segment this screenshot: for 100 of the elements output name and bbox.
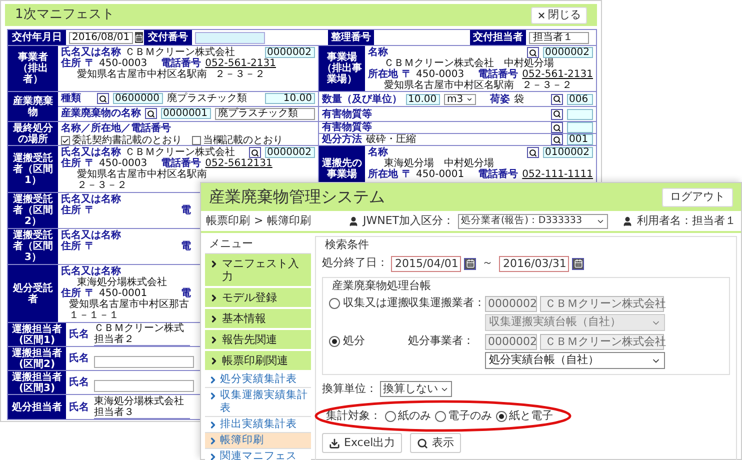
date-field[interactable]: 2015/04/01 [391,256,461,272]
ledger-select[interactable]: 収集運搬実績台帳（自社） [485,314,665,331]
company-name: 東海処分場株式会社 [77,277,167,288]
chevron-icon [209,293,219,303]
field-label: 電話番号 [161,58,202,69]
unit-select[interactable]: 換算しない [380,381,452,397]
chevron-icon [209,314,219,324]
waste-name-field[interactable]: 廃プラスチック類 [215,108,315,120]
unit-select[interactable]: m3 [444,94,476,104]
breadcrumb-current: 帳簿印刷 [267,212,312,229]
field-label: 氏名 [69,377,89,388]
excel-export-button[interactable]: Excel出力 [322,433,402,454]
logout-button[interactable]: ログアウト [662,188,733,206]
code-field[interactable]: 10.00 [406,94,440,104]
menu-item[interactable]: 基本情報 [205,309,311,330]
name-field[interactable] [94,380,194,392]
download-icon [329,438,340,449]
field-value: 愛知県名古屋市中村区名駅南 [77,69,207,80]
search-button[interactable] [527,147,539,158]
code-field[interactable] [567,108,593,120]
search-button[interactable] [551,122,563,133]
menu-item[interactable]: 帳票印刷関連 [205,351,311,372]
code-field[interactable]: 0600000 [113,93,163,104]
section-label: 整理番号 [328,30,374,45]
search-button[interactable] [551,134,563,145]
menu-item[interactable]: 報告先関連 [205,330,311,351]
field-label: 処分方法 [322,134,362,145]
field-label: 電 [181,205,191,216]
breadcrumb-link[interactable]: 帳票印刷 [206,212,250,230]
calendar-button[interactable] [572,258,584,270]
menu-item[interactable]: マニフェスト入力 [205,254,311,288]
radio-button[interactable] [385,410,396,422]
code-field[interactable] [567,122,593,133]
issuer-field[interactable]: 担当者１ [529,32,589,44]
calendar-icon [574,259,582,268]
code-field[interactable]: 0000001 [161,108,211,120]
field-value: １－１－１ [69,310,119,321]
field-value: 破砕・圧縮 [366,134,416,145]
field-value: ２－３－２ [215,69,265,80]
code-field[interactable]: 0000002 [265,47,315,58]
field-label: 氏名 [69,402,89,412]
panel-legend: 産業廃棄物処理台帳 [329,278,723,293]
code-field[interactable]: 0000002 [485,296,537,312]
search-icon [417,438,428,449]
section-label: 運搬担当者(区間2) [8,347,66,370]
company-field[interactable]: ＣＢＭクリーン株式会社 [540,334,664,350]
search-button[interactable] [97,93,109,104]
radio-button[interactable] [496,410,507,422]
ledger-select[interactable]: 処分実績台帳（自社） [485,352,665,369]
field-value: 廃プラスチック類 [167,93,247,104]
date-field[interactable]: 2016/08/01 [69,32,133,44]
checkbox-label: 当欄記載のとおり [203,135,283,146]
checkbox[interactable] [61,136,70,145]
menu-link[interactable]: 排出実績集計表 [205,417,311,433]
amount-field[interactable]: 10.00 [265,93,315,104]
code-field[interactable]: 006 [567,94,593,104]
code-field[interactable]: 001 [567,134,593,145]
calendar-button[interactable] [464,258,476,270]
field-value: 450-0003 [99,158,148,169]
field-value: 052-561-2131 [205,58,276,69]
radio-button[interactable] [435,410,446,422]
code-field[interactable]: 0000002 [543,47,593,58]
field-value: 052-561-2131 [522,69,593,80]
code-field[interactable]: 0100002 [543,147,593,158]
field-label: 電 [181,288,191,299]
menu-link[interactable]: 収集運搬実績集計表 [205,388,311,417]
name-field[interactable] [94,356,194,368]
company-field[interactable]: ＣＢＭクリーン株式会社 [540,296,664,312]
menu-item[interactable]: モデル登録 [205,288,311,309]
number-field[interactable] [195,32,265,44]
search-button[interactable] [527,47,539,58]
search-button[interactable] [145,108,157,120]
code-field[interactable]: 0000002 [265,147,315,158]
search-button[interactable] [551,108,563,120]
section-label: 運搬受託者（区間1） [8,146,58,192]
search-icon [529,148,537,156]
search-button[interactable] [249,147,261,158]
radio-button[interactable] [329,336,340,347]
field-label: 名称 [368,47,388,58]
field-label: 電話番号 [478,69,518,80]
jwnet-select[interactable]: 処分業者(報告)：D333333 [458,214,608,228]
radio-button[interactable] [329,298,340,309]
menu-link[interactable]: 帳簿印刷 [205,433,311,449]
display-button[interactable]: 表示 [410,433,462,454]
search-icon [529,48,537,56]
checkbox[interactable] [192,136,201,145]
field-value: 450-0003 [99,58,148,69]
field-label: 住所 [61,288,81,299]
field-label: 数量（及び単位） [322,94,402,104]
menu-link[interactable]: 処分実績集計表 [205,372,311,388]
field-label: 氏名又は名称 [61,266,121,277]
range-separator: ～ [482,255,493,272]
close-button[interactable]: 閉じる [531,6,587,24]
code-field[interactable]: 0000002 [485,334,537,350]
search-button[interactable] [551,94,563,104]
date-field[interactable]: 2016/03/31 [499,256,569,272]
field-label: 氏名 [69,353,89,364]
company-name: ＣＢＭクリーン株式会社 [125,147,235,158]
field-label: 所在地 [368,69,398,80]
calendar-button[interactable] [134,32,143,43]
